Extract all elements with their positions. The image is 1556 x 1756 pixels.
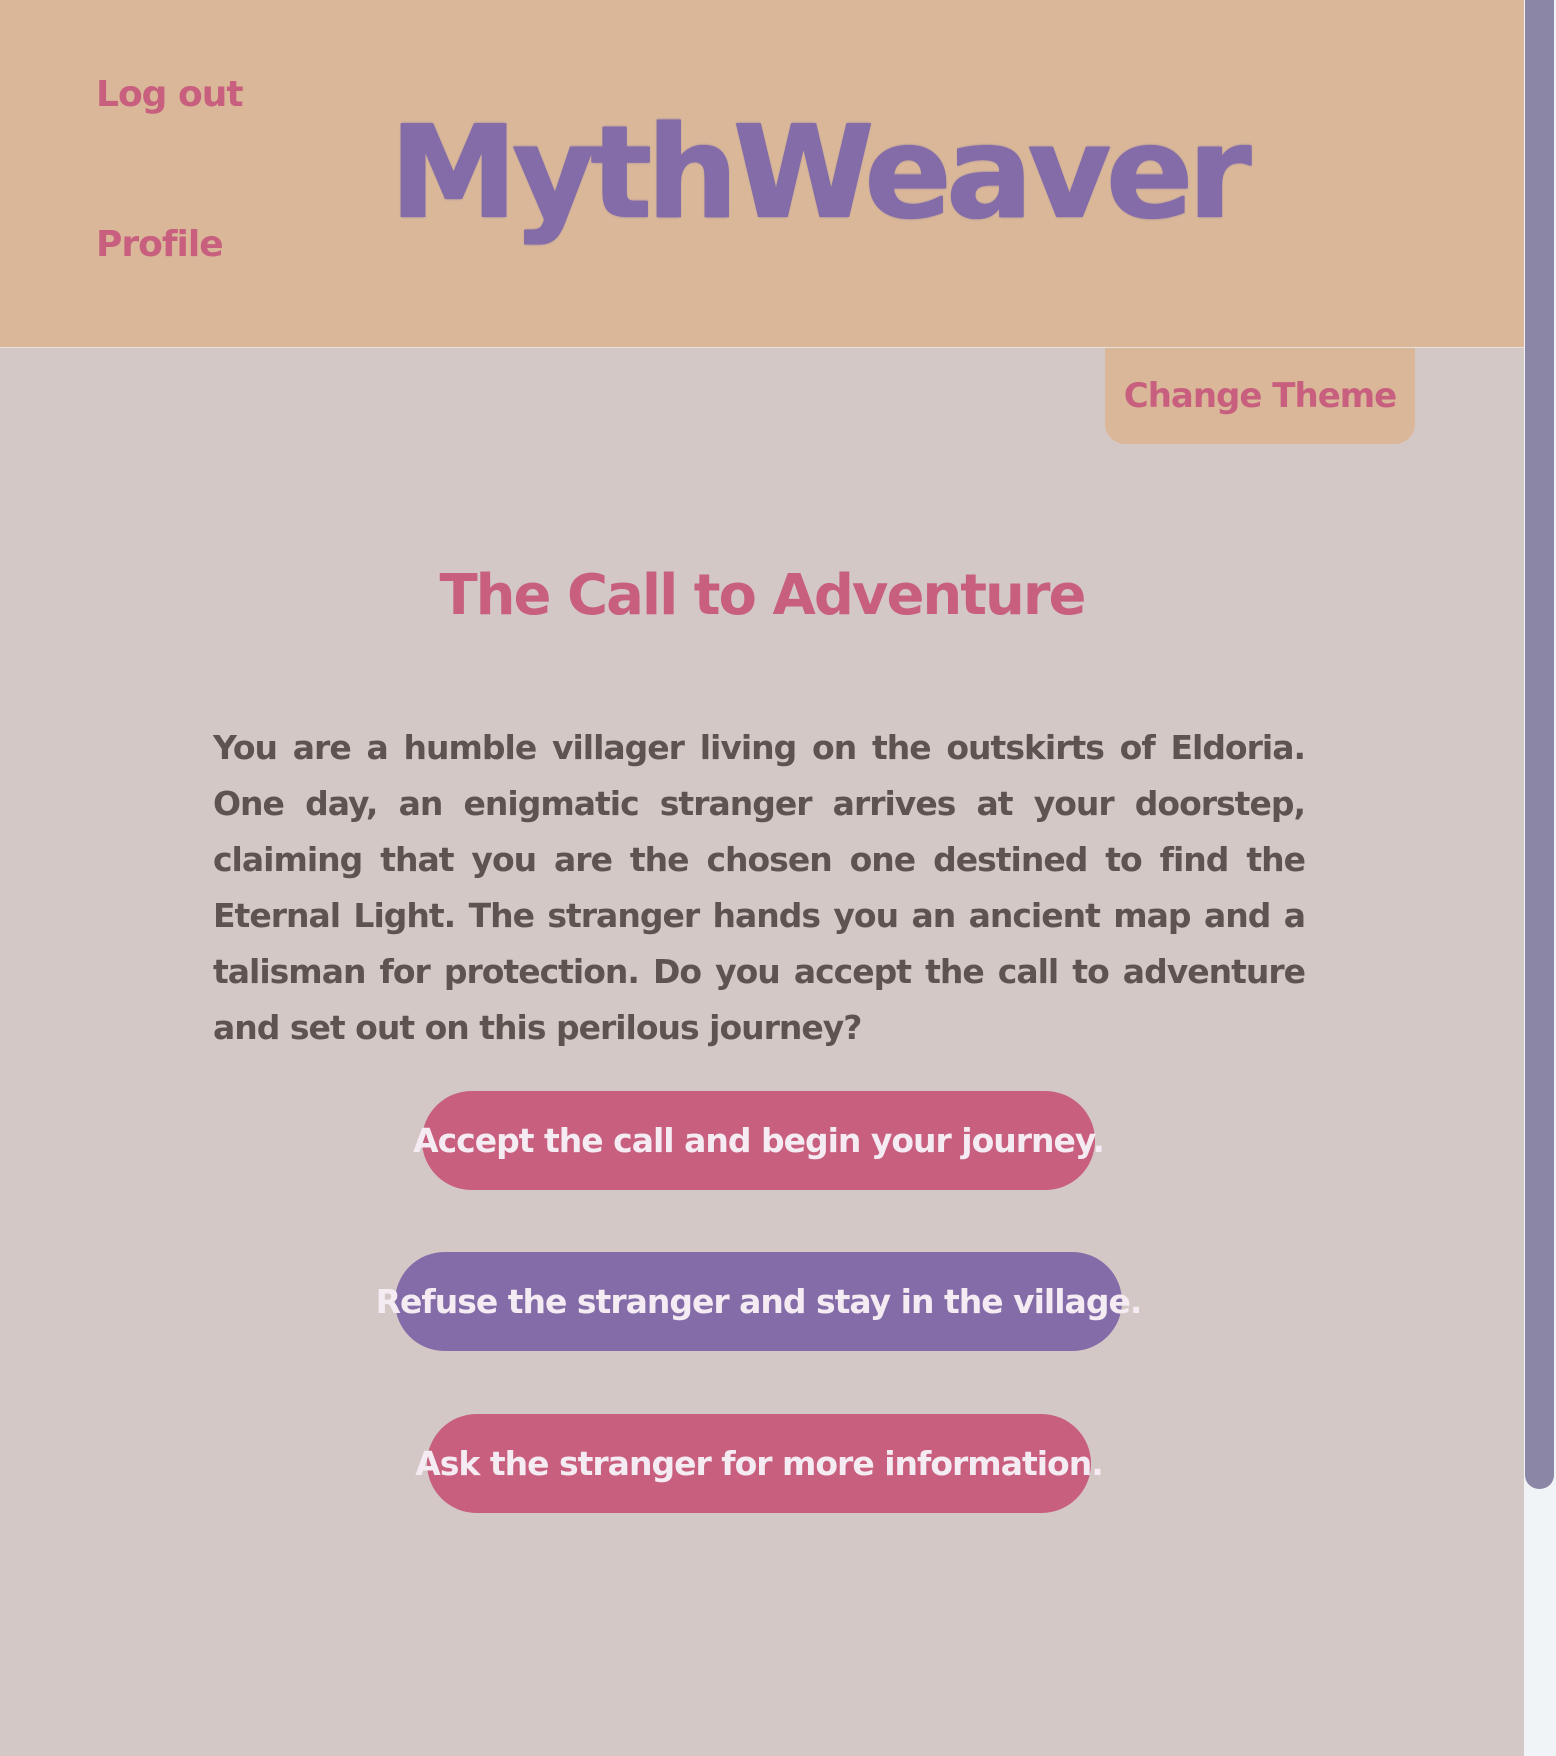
choice-refuse-button[interactable]: Refuse the stranger and stay in the vill… <box>376 1252 1142 1351</box>
page: Log out Profile MythWeaver Change Theme … <box>0 0 1524 1756</box>
change-theme-button[interactable]: Change Theme <box>1105 348 1415 444</box>
choice-accept-button[interactable]: Accept the call and begin your journey. <box>413 1091 1105 1190</box>
site-title: MythWeaver <box>389 99 1251 248</box>
site-header: Log out Profile MythWeaver <box>0 0 1524 348</box>
choice-ask-button[interactable]: Ask the stranger for more information. <box>415 1414 1104 1513</box>
scrollbar-thumb[interactable] <box>1525 0 1554 1489</box>
story-title: The Call to Adventure <box>439 563 1086 628</box>
story-text: You are a humble villager living on the … <box>213 728 1306 1047</box>
